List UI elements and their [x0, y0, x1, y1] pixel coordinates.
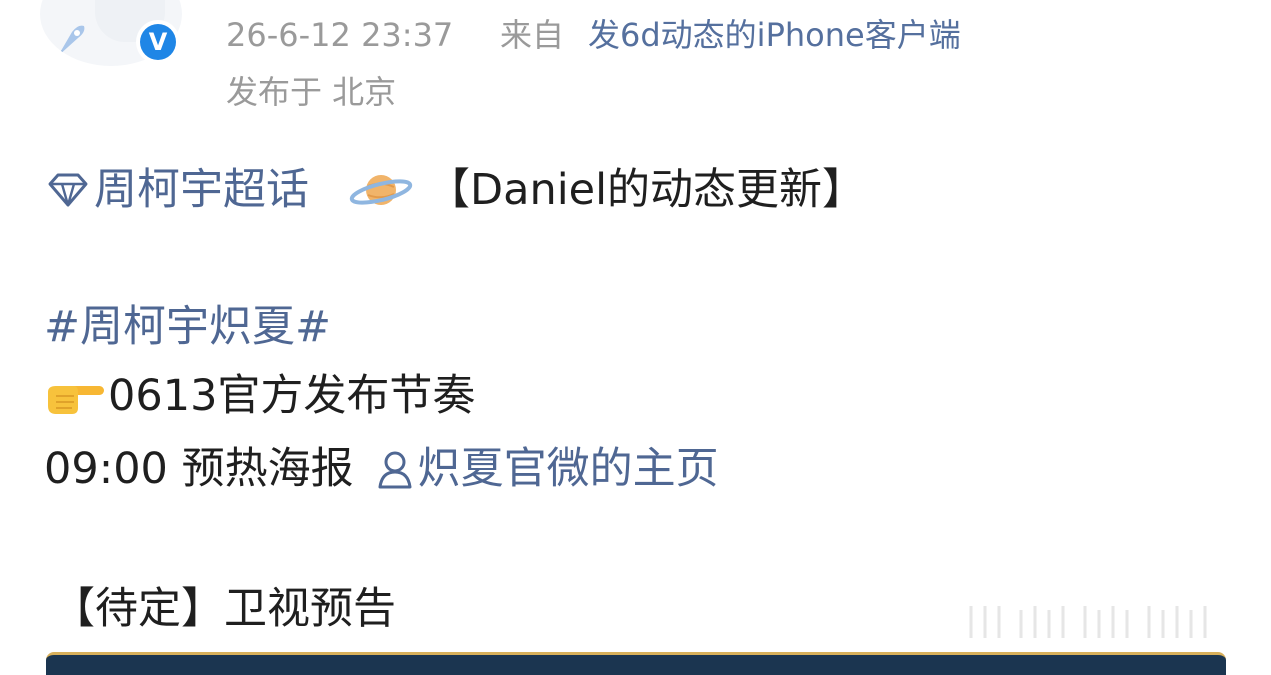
rhythm-line: 0613官方发布节奏: [44, 374, 475, 418]
supertopic-label: 周柯宇超话: [94, 164, 309, 215]
tbd-line: 【待定】卫视预告: [52, 584, 396, 634]
pointing-hand-emoji-icon: [48, 386, 104, 414]
post-timestamp: 26-6-12 23:37: [226, 16, 454, 54]
topic-heading-row: 周柯宇超话 【Daniel的动态更新】: [44, 167, 865, 213]
verified-icon: V: [140, 24, 176, 60]
diamond-icon: [48, 173, 88, 207]
schedule-line: 09:00 预热海报 炽夏官微的主页: [44, 448, 719, 491]
planet-emoji-icon: [349, 175, 413, 205]
post-heading: 【Daniel的动态更新】: [427, 164, 866, 215]
post-location: 发布于 北京: [226, 73, 397, 111]
mention-label: 炽夏官微的主页: [417, 444, 719, 494]
rhythm-text: 0613官方发布节奏: [108, 370, 476, 421]
rocket-icon: [56, 25, 85, 58]
schedule-text: 09:00 预热海报: [44, 444, 354, 494]
mention-link[interactable]: 炽夏官微的主页: [354, 448, 719, 491]
verified-badge: V: [136, 20, 180, 64]
source-client-link[interactable]: 发6d动态的iPhone客户端: [588, 19, 961, 51]
watermark-icon: [969, 606, 1207, 638]
embedded-image-card[interactable]: [46, 652, 1226, 675]
supertopic-link[interactable]: 周柯宇超话: [44, 164, 309, 215]
hashtag-link[interactable]: #周柯宇炽夏#: [44, 306, 331, 349]
person-icon: [378, 451, 412, 488]
source-prefix: 来自: [500, 16, 565, 54]
